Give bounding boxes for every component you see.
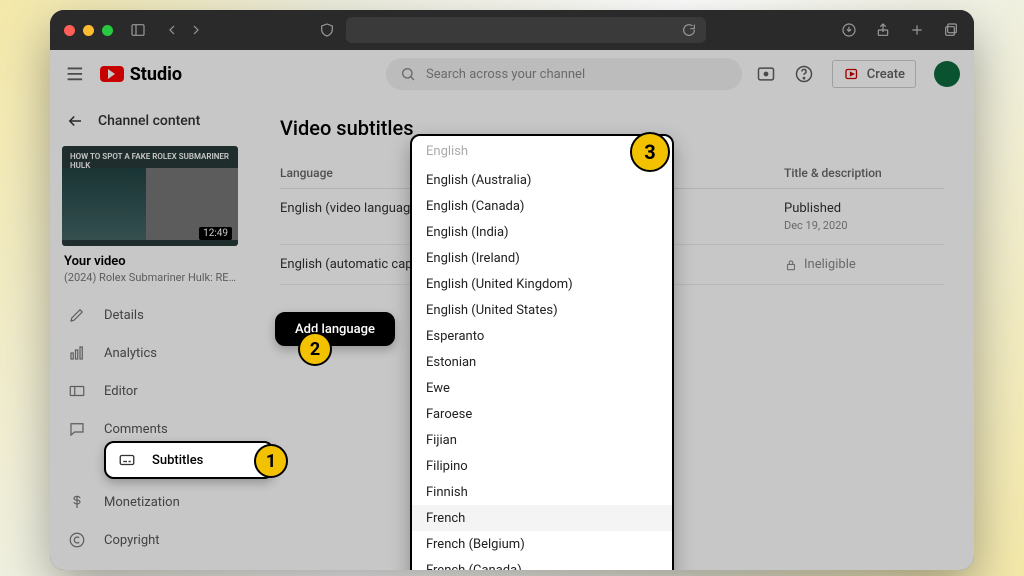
sidebar-item-label: Copyright xyxy=(104,533,160,548)
arrow-left-icon xyxy=(66,112,84,130)
language-option[interactable]: Filipino xyxy=(412,453,672,479)
language-option[interactable]: English (United Kingdom) xyxy=(412,271,672,297)
new-tab-icon[interactable] xyxy=(908,21,926,39)
sidebar-item-monetization[interactable]: Monetization xyxy=(50,483,250,521)
language-option[interactable]: French xyxy=(412,505,672,531)
language-option[interactable]: Esperanto xyxy=(412,323,672,349)
sidebar-item-label: Analytics xyxy=(104,346,157,361)
search-input[interactable]: Search across your channel xyxy=(386,58,742,90)
avatar[interactable] xyxy=(934,61,960,87)
maximize-window-icon[interactable] xyxy=(102,25,113,36)
help-icon[interactable] xyxy=(794,64,814,84)
sidebar-toggle-icon[interactable] xyxy=(129,21,147,39)
thumb-duration: 12:49 xyxy=(199,227,232,240)
close-window-icon[interactable] xyxy=(64,25,75,36)
logo-text: Studio xyxy=(130,64,182,85)
language-option[interactable]: French (Belgium) xyxy=(412,531,672,557)
sidebar-item-analytics[interactable]: Analytics xyxy=(50,334,250,372)
dropdown-list: English (Australia)English (Canada)Engli… xyxy=(412,167,672,570)
tabs-icon[interactable] xyxy=(942,21,960,39)
shield-icon[interactable] xyxy=(318,21,336,39)
language-option[interactable]: English (Australia) xyxy=(412,167,672,193)
sidebar-item-copyright[interactable]: Copyright xyxy=(50,521,250,559)
menu-icon[interactable] xyxy=(64,63,86,85)
sidebar-item-label: Editor xyxy=(104,384,138,399)
subtitles-label: Subtitles xyxy=(152,453,203,468)
add-language-button[interactable]: Add language xyxy=(275,312,395,346)
search-placeholder: Search across your channel xyxy=(426,67,585,82)
video-thumbnail[interactable]: HOW TO SPOT A FAKE ROLEX SUBMARINER HULK… xyxy=(62,146,238,246)
your-video-label: Your video xyxy=(64,254,236,269)
row-date: Dec 19, 2020 xyxy=(784,219,944,232)
titlebar xyxy=(50,10,974,50)
highlight-subtitles-item[interactable]: Subtitles xyxy=(104,441,274,479)
row-title: Published xyxy=(784,201,944,216)
analytics-icon xyxy=(68,344,86,362)
back-label: Channel content xyxy=(98,113,200,129)
share-icon[interactable] xyxy=(874,21,892,39)
create-label: Create xyxy=(867,67,905,82)
nav-forward-icon[interactable] xyxy=(187,21,205,39)
sidebar-item-details[interactable]: Details xyxy=(50,296,250,334)
studio-header: Studio Search across your channel Create xyxy=(50,50,974,98)
editor-icon xyxy=(68,382,86,400)
live-icon[interactable] xyxy=(756,64,776,84)
dollar-icon xyxy=(68,493,86,511)
sidebar: Channel content HOW TO SPOT A FAKE ROLEX… xyxy=(50,98,250,570)
search-icon xyxy=(400,66,416,82)
sidebar-item-label: Monetization xyxy=(104,495,180,510)
language-option[interactable]: French (Canada) xyxy=(412,557,672,570)
reload-icon[interactable] xyxy=(680,21,698,39)
language-option[interactable]: English (Canada) xyxy=(412,193,672,219)
language-option[interactable]: Ewe xyxy=(412,375,672,401)
language-dropdown[interactable]: English English (Australia)English (Cana… xyxy=(410,134,674,570)
minimize-window-icon[interactable] xyxy=(83,25,94,36)
language-option[interactable]: English (India) xyxy=(412,219,672,245)
sidebar-item-editor[interactable]: Editor xyxy=(50,372,250,410)
col-title-desc: Title & description xyxy=(784,166,944,180)
url-bar[interactable] xyxy=(346,17,706,43)
language-option[interactable]: English (United States) xyxy=(412,297,672,323)
create-icon xyxy=(843,65,861,83)
video-title: (2024) Rolex Submariner Hulk: REAL... xyxy=(64,271,236,284)
browser-window: Studio Search across your channel Create… xyxy=(50,10,974,570)
nav-back-icon[interactable] xyxy=(163,21,181,39)
youtube-play-icon xyxy=(100,66,124,82)
annotation-badge-2: 2 xyxy=(298,332,332,366)
copyright-icon xyxy=(68,531,86,549)
downloads-icon[interactable] xyxy=(840,21,858,39)
language-option[interactable]: Finnish xyxy=(412,479,672,505)
language-option[interactable]: Fijian xyxy=(412,427,672,453)
comments-icon xyxy=(68,420,86,438)
thumb-title: HOW TO SPOT A FAKE ROLEX SUBMARINER HULK xyxy=(70,152,238,170)
language-option[interactable]: Estonian xyxy=(412,349,672,375)
lock-icon xyxy=(784,258,798,272)
annotation-badge-1: 1 xyxy=(254,444,288,478)
sidebar-item-label: Details xyxy=(104,308,144,323)
back-to-content[interactable]: Channel content xyxy=(50,102,250,140)
language-option[interactable]: English (Ireland) xyxy=(412,245,672,271)
sidebar-item-label: Comments xyxy=(104,422,168,437)
create-button[interactable]: Create xyxy=(832,60,916,88)
subtitles-icon xyxy=(118,451,136,469)
row-title: Ineligible xyxy=(804,257,856,272)
studio-logo[interactable]: Studio xyxy=(100,64,182,85)
annotation-badge-3: 3 xyxy=(630,132,670,172)
language-option[interactable]: Faroese xyxy=(412,401,672,427)
pencil-icon xyxy=(68,306,86,324)
